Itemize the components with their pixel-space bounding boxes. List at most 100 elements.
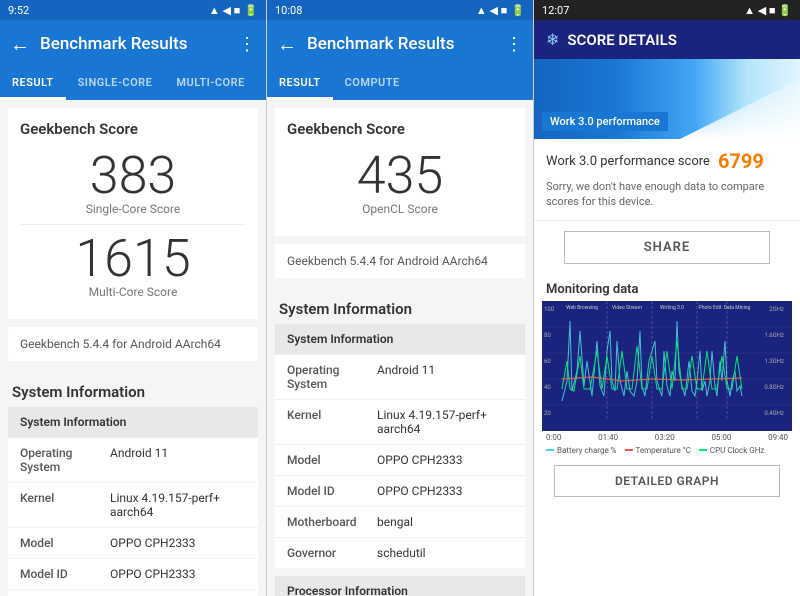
legend-temperature: Temperature °C <box>625 446 691 455</box>
geekbench-score-section-1: Geekbench Score 383 Single-Core Score 16… <box>8 108 258 319</box>
legend-cpu-clock: CPU Clock GHz <box>699 446 765 455</box>
status-bar-2: 10:08 ▲ ◀ ■ 🔋 <box>267 0 533 20</box>
temp-legend-label: Temperature °C <box>636 446 691 455</box>
toolbar-title-2: Benchmark Results <box>307 34 495 54</box>
svg-text:60: 60 <box>544 358 551 365</box>
chart-area: 2GHz 1.6GHz 1.3GHz 0.8GHz 0.4GHz 100 80 … <box>534 301 800 457</box>
opencl-label: OpenCL Score <box>287 202 513 216</box>
sys-row-governor: Governor schedutil <box>275 538 525 568</box>
sys-key-modelid-2: Model ID <box>287 484 377 498</box>
status-time-2: 10:08 <box>275 4 302 17</box>
sys-val-os-2: Android 11 <box>377 363 513 391</box>
sys-val-motherboard-2: bengal <box>377 515 513 529</box>
hero-label: Work 3.0 performance <box>542 112 668 131</box>
sys-val-kernel-2: Linux 4.19.157-perf+ aarch64 <box>377 408 513 436</box>
status-time-1: 9:52 <box>8 4 29 17</box>
work-sorry-text: Sorry, we don't have enough data to comp… <box>546 179 788 210</box>
share-button[interactable]: SHARE <box>564 231 770 264</box>
sys-key-model-1: Model <box>20 536 110 550</box>
tab-multi-core[interactable]: MULTI-CORE <box>164 68 256 100</box>
more-icon-1[interactable]: ⋮ <box>238 34 256 55</box>
tab-result-2[interactable]: RESULT <box>267 68 333 100</box>
processor-row-header: Processor Information <box>275 576 525 596</box>
legend-battery: Battery charge % <box>546 446 617 455</box>
geekbench-version-1: Geekbench 5.4.4 for Android AArch64 <box>8 327 258 361</box>
tab-single-core[interactable]: SINGLE-CORE <box>66 68 165 100</box>
sys-info-header-1: System Information <box>0 369 266 407</box>
geekbench-score-title-2: Geekbench Score <box>287 120 513 138</box>
chart-container: 2GHz 1.6GHz 1.3GHz 0.8GHz 0.4GHz 100 80 … <box>542 301 792 431</box>
back-button-1[interactable]: ← <box>10 32 30 57</box>
sys-val-governor: schedutil <box>377 546 513 560</box>
sys-key-os-1: Operating System <box>20 446 110 474</box>
multi-core-score: 1615 <box>20 233 246 285</box>
sys-row-header-label-2: System Information <box>287 332 393 346</box>
multi-core-label: Multi-Core Score <box>20 285 246 299</box>
svg-text:1.3GHz: 1.3GHz <box>764 358 784 365</box>
sys-row-header-1: System Information <box>8 407 258 438</box>
panel-2: 10:08 ▲ ◀ ■ 🔋 ← Benchmark Results ⋮ RESU… <box>267 0 534 596</box>
status-icons-3: ▲ ◀ ■ 🔋 <box>744 4 792 17</box>
sys-info-table-1: System Information Operating System Andr… <box>8 407 258 596</box>
sys-val-model-1: OPPO CPH2333 <box>110 536 246 550</box>
monitoring-title: Monitoring data <box>534 274 800 301</box>
svg-text:40: 40 <box>544 384 551 391</box>
sys-row-kernel-1: Kernel Linux 4.19.157-perf+ aarch64 <box>8 483 258 528</box>
svg-text:Photo Edit: Photo Edit <box>699 305 722 311</box>
more-icon-2[interactable]: ⋮ <box>505 34 523 55</box>
svg-text:2GHz: 2GHz <box>769 306 784 313</box>
svg-text:0.4GHz: 0.4GHz <box>764 410 784 417</box>
svg-text:1.6GHz: 1.6GHz <box>764 332 784 339</box>
monitoring-chart: 2GHz 1.6GHz 1.3GHz 0.8GHz 0.4GHz 100 80 … <box>542 301 792 431</box>
sys-row-kernel-2: Kernel Linux 4.19.157-perf+ aarch64 <box>275 400 525 445</box>
status-bar-1: 9:52 ▲ ◀ ■ 🔋 <box>0 0 266 20</box>
battery-legend-dot <box>546 449 554 451</box>
geekbench-version-2: Geekbench 5.4.4 for Android AArch64 <box>275 244 525 278</box>
work-score-value: 6799 <box>718 149 764 173</box>
cpu-legend-dot <box>699 449 707 451</box>
sys-key-governor: Governor <box>287 546 377 560</box>
tab-result-1[interactable]: RESULT <box>0 68 66 100</box>
chart-time-labels: 0:00 01:40 03:20 05:00 09:40 <box>542 431 792 444</box>
sys-row-motherboard-2: Motherboard bengal <box>275 507 525 538</box>
svg-text:0.8GHz: 0.8GHz <box>764 384 784 391</box>
status-bar-3: 12:07 ▲ ◀ ■ 🔋 <box>534 0 800 20</box>
status-icons-2: ▲ ◀ ■ 🔋 <box>476 4 525 17</box>
sys-val-modelid-2: OPPO CPH2333 <box>377 484 513 498</box>
sys-info-table-2: System Information Operating System Andr… <box>275 324 525 568</box>
back-button-2[interactable]: ← <box>277 32 297 57</box>
single-core-score: 383 <box>20 150 246 202</box>
hero-image: 🎿 Work 3.0 performance <box>534 59 800 139</box>
status-time-3: 12:07 <box>542 4 569 17</box>
svg-text:80: 80 <box>544 332 551 339</box>
tabs-1: RESULT SINGLE-CORE MULTI-CORE <box>0 68 266 100</box>
sys-val-kernel-1: Linux 4.19.157-perf+ aarch64 <box>110 491 246 519</box>
work-score-section: Work 3.0 performance score 6799 Sorry, w… <box>534 139 800 221</box>
sys-row-motherboard-1: Motherboard bengal <box>8 590 258 596</box>
opencl-score: 435 <box>287 150 513 202</box>
sys-row-modelid-1: Model ID OPPO CPH2333 <box>8 559 258 590</box>
sys-key-motherboard-2: Motherboard <box>287 515 377 529</box>
toolbar-title-1: Benchmark Results <box>40 34 228 54</box>
sys-key-model-2: Model <box>287 453 377 467</box>
content-2: Geekbench Score 435 OpenCL Score Geekben… <box>267 100 533 596</box>
svg-text:20: 20 <box>544 410 551 417</box>
sys-key-kernel-1: Kernel <box>20 491 110 519</box>
tab-compute[interactable]: COMPUTE <box>333 68 412 100</box>
sys-val-model-2: OPPO CPH2333 <box>377 453 513 467</box>
svg-text:100: 100 <box>544 306 555 313</box>
sys-info-header-2: System Information <box>267 286 533 324</box>
sys-key-kernel-2: Kernel <box>287 408 377 436</box>
processor-info-table: Processor Information Name ARM Qualcomm <box>275 576 525 596</box>
sys-row-header-2: System Information <box>275 324 525 355</box>
panel-3: 12:07 ▲ ◀ ■ 🔋 ❄ SCORE DETAILS 🎿 Work 3.0… <box>534 0 800 596</box>
work-score-text: Work 3.0 performance score <box>546 154 710 169</box>
toolbar-2: ← Benchmark Results ⋮ <box>267 20 533 68</box>
sys-row-os-2: Operating System Android 11 <box>275 355 525 400</box>
tabs-2: RESULT COMPUTE <box>267 68 533 100</box>
geekbench-score-title-1: Geekbench Score <box>20 120 246 138</box>
detailed-graph-button[interactable]: DETAILED GRAPH <box>554 465 780 497</box>
status-icons-1: ▲ ◀ ■ 🔋 <box>209 4 258 17</box>
single-core-label: Single-Core Score <box>20 202 246 216</box>
toolbar-1: ← Benchmark Results ⋮ <box>0 20 266 68</box>
